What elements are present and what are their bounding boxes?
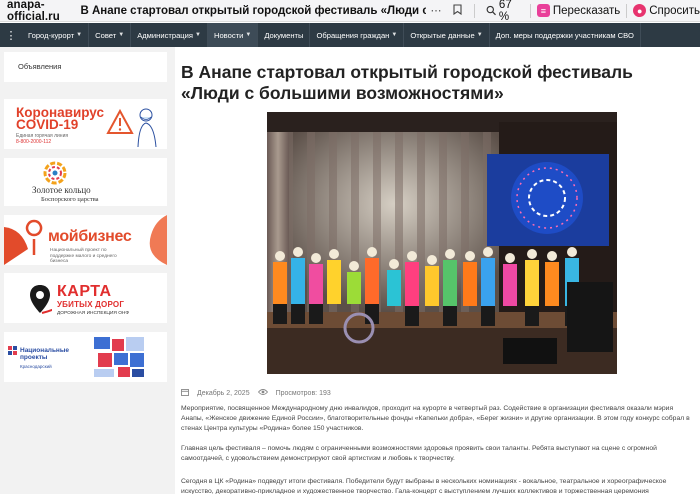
zoom-level: 67 % [498,0,512,23]
browser-toolbar: anapa-official.ru В Анапе стартовал откр… [0,0,700,23]
tab-page-title: В Анапе стартовал открытый городской фес… [80,4,426,17]
article-meta: Декабрь 2, 2025 Просмотров: 193 [181,388,331,398]
covid-illustration-icon [106,108,157,147]
chevron-down-icon: ▼ [391,32,398,38]
decorative-shape [149,215,167,265]
nav-item-gorod-kurort[interactable]: Город-курорт ▼ [22,23,90,47]
nav-item-sovet[interactable]: Совет ▼ [89,23,132,47]
golden-ring-logo-icon [43,161,67,185]
chevron-down-icon: ▼ [76,32,83,38]
zoom-search-icon [487,5,497,16]
nav-item-appeals[interactable]: Обращения граждан ▼ [310,23,405,47]
zoom-control[interactable]: 67 % [486,0,523,23]
nav-item-administration[interactable]: Администрация ▼ [131,23,208,47]
retell-button[interactable]: ≡ Пересказать [536,4,621,17]
article-photo[interactable] [267,112,617,374]
nav-item-open-data[interactable]: Открытые данные ▼ [404,23,490,47]
national-projects-illustration-icon [94,337,144,377]
article-title: В Анапе стартовал открытый городской фес… [181,62,633,103]
sidebar: Объявления Коронавирус COVID-19 Единая г… [0,47,175,494]
national-projects-subtitle: Краснодарский [20,364,52,369]
article-paragraph: Мероприятие, посвященное Международному … [181,405,690,432]
moy-biznes-banner[interactable]: мойбизнес Национальный проект по поддерж… [4,215,167,265]
covid-title: Коронавирус COVID-19 [16,106,104,132]
golden-ring-title: Золотое кольцо [32,185,91,195]
nav-label: Открытые данные [410,30,475,40]
covid-banner[interactable]: Коронавирус COVID-19 Единая горячая лини… [4,99,167,149]
divider [626,3,628,18]
nav-label: Новости [213,30,244,40]
golden-ring-subtitle: Боспорского царства [41,196,99,203]
bookmark-icon[interactable] [447,3,468,18]
retell-label: Пересказать [552,4,621,17]
nav-label: Город-курорт [28,30,75,40]
karta-caption: ДОРОЖНАЯ ИНСПЕКЦИЯ ОНФ [57,311,130,316]
road-map-banner[interactable]: КАРТА УБИТЫХ ДОРОГ ДОРОЖНАЯ ИНСПЕКЦИЯ ОН… [4,273,167,323]
national-projects-logo-icon [8,346,17,355]
sidebar-link-label: Объявления [18,62,62,71]
nav-label: Администрация [137,30,194,40]
nav-label: Доп. меры поддержки участникам СВО [495,30,634,40]
map-pin-icon [30,285,52,314]
sidebar-link-announcements[interactable]: Объявления [4,52,167,82]
divider [473,3,475,18]
golden-ring-banner[interactable]: Золотое кольцо Боспорского царства [4,158,167,206]
alice-icon: ● [633,4,647,17]
divider [529,3,531,18]
main-nav: ⋮ Город-курорт ▼ Совет ▼ Администрация ▼ Но… [0,23,700,47]
chevron-down-icon: ▼ [118,32,125,38]
eye-icon [257,388,268,398]
festival-stage-photo [267,112,617,374]
covid-phone: 8-800-2000-112 [16,139,52,145]
article-paragraph: Сегодня в ЦК «Родина» подведут итоги фес… [181,478,667,494]
moy-biznes-title: мойбизнес [48,228,132,245]
national-projects-banner[interactable]: Национальные проекты Краснодарский [4,332,167,382]
chevron-down-icon: ▼ [476,32,483,38]
address-domain[interactable]: anapa-official.ru [0,0,81,23]
nav-item-svo-support[interactable]: Доп. меры поддержки участникам СВО [490,23,641,47]
more-options-icon[interactable]: ⋯ [426,4,447,17]
nav-item-news[interactable]: Новости ▼ [207,23,259,47]
karta-subtitle: УБИТЫХ ДОРОГ [57,300,125,309]
covid-title-line2: COVID-19 [16,117,79,132]
menu-dots-icon[interactable]: ⋮ [0,29,22,42]
moy-biznes-subtitle: Национальный проект по поддержке малого … [50,248,117,264]
moy-biznes-logo-icon [4,219,43,265]
ask-button[interactable]: ● Спросить [633,4,700,17]
article-views: Просмотров: 193 [275,389,331,397]
chevron-down-icon: ▼ [245,32,252,38]
nav-item-documents[interactable]: Документы [258,23,311,47]
chevron-down-icon: ▼ [195,32,201,38]
retell-icon: ≡ [536,4,550,17]
calendar-icon [181,388,189,398]
article-paragraph: Главная цель фестиваля – помочь людям с … [181,445,657,462]
national-projects-title: Национальные проекты [20,347,70,361]
nav-label: Документы [264,30,304,40]
nav-label: Совет [95,30,117,40]
nav-label: Обращения граждан [316,30,390,40]
karta-title: КАРТА [57,283,112,300]
article-date: Декабрь 2, 2025 [197,389,250,397]
ask-label: Спросить [649,4,700,17]
